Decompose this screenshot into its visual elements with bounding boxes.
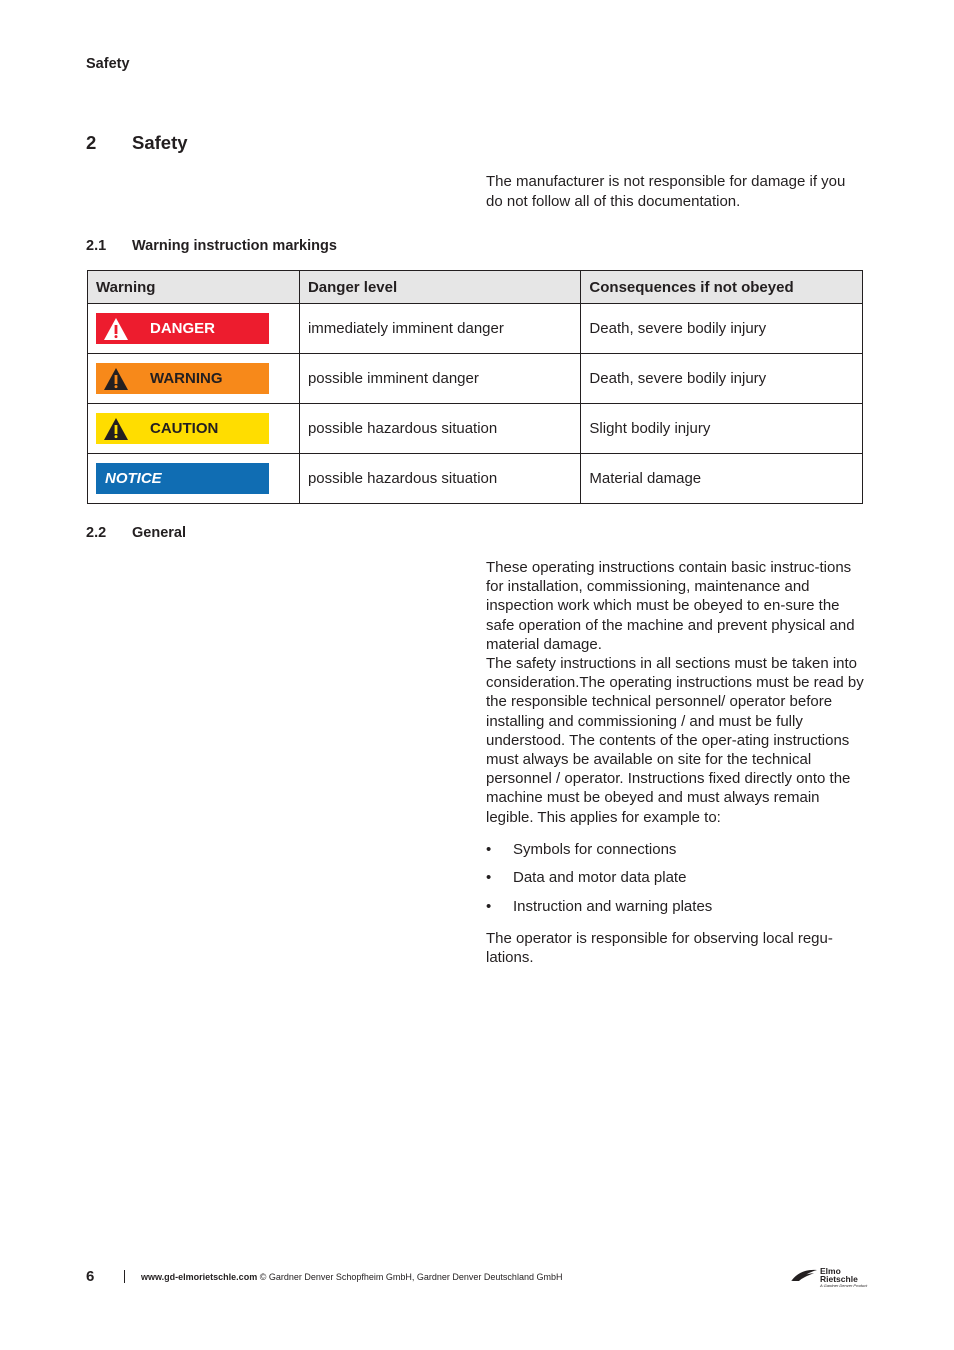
section-intro: The manufacturer is not responsible for … <box>486 173 846 210</box>
header-danger-level: Danger level <box>298 270 582 304</box>
danger-level-cell: possible imminent danger <box>298 353 582 404</box>
danger-level-cell: immediately imminent danger <box>298 303 582 354</box>
table-row: WARNING possible imminent danger Death, … <box>87 353 863 404</box>
consequence-cell: Material damage <box>580 453 863 504</box>
sign-label: DANGER <box>150 320 216 337</box>
bullet-icon: • <box>486 897 492 915</box>
consequence-cell: Death, severe bodily injury <box>580 353 863 404</box>
table-row: CAUTION possible hazardous situation Sli… <box>87 403 863 454</box>
header-consequences: Consequences if not obeyed <box>580 270 863 304</box>
logo-line-2: Rietschle <box>820 1274 858 1284</box>
danger-level-cell: possible hazardous situation <box>298 403 582 454</box>
warning-markings-table: Warning Danger level Consequences if not… <box>87 270 863 504</box>
list-item: • Data and motor data plate <box>486 863 866 892</box>
logo-tagline: A Gardner Denver Product <box>820 1283 868 1288</box>
list-item: • Instruction and warning plates <box>486 892 866 921</box>
footer-copyright-text: © Gardner Denver Schopfheim GmbH, Gardne… <box>257 1271 563 1282</box>
subsection-title: Warning instruction markings <box>132 238 337 254</box>
footer-divider <box>124 1270 125 1283</box>
consequence-cell: Death, severe bodily injury <box>580 303 863 354</box>
warning-triangle-icon <box>96 413 136 444</box>
subsection-number: 2.1 <box>86 238 107 254</box>
table-row: NOTICE possible hazardous situation Mate… <box>87 453 863 504</box>
section-title: Safety <box>132 132 188 153</box>
danger-level-cell: possible hazardous situation <box>298 453 582 504</box>
logo-wordmark: Elmo Rietschle A Gardner Denver Product <box>820 1267 867 1288</box>
subsection-number: 2.2 <box>86 525 107 541</box>
sign-label: NOTICE <box>105 470 162 487</box>
list-item-text: Instruction and warning plates <box>513 897 713 915</box>
danger-sign: DANGER <box>96 313 269 344</box>
list-item: • Symbols for connections <box>486 835 866 864</box>
paragraph: The operator is responsible for observin… <box>486 929 833 966</box>
sign-label: CAUTION <box>150 420 219 437</box>
notice-sign: NOTICE <box>96 463 269 494</box>
paragraph: The safety instructions in all sections … <box>486 655 864 826</box>
warning-triangle-icon <box>96 313 136 344</box>
caution-sign: CAUTION <box>96 413 269 444</box>
page-number: 6 <box>86 1268 95 1285</box>
section-heading: 2 Safety <box>86 132 188 154</box>
company-logo: Elmo Rietschle A Gardner Denver Product <box>790 1267 867 1288</box>
subsection-heading-general: 2.2 General <box>86 525 186 541</box>
page-footer: 6 www.gd-elmorietschle.com © Gardner Den… <box>86 1268 562 1285</box>
warning-sign: WARNING <box>96 363 269 394</box>
table-row: DANGER immediately imminent danger Death… <box>87 303 863 354</box>
warning-cell: NOTICE <box>87 453 300 504</box>
consequence-cell: Slight bodily injury <box>580 403 863 454</box>
list-item-text: Symbols for connections <box>513 840 677 858</box>
footer-copyright: www.gd-elmorietschle.com © Gardner Denve… <box>141 1272 562 1282</box>
list-item-text: Data and motor data plate <box>513 869 687 887</box>
footer-url[interactable]: www.gd-elmorietschle.com <box>141 1272 257 1282</box>
bullet-list: • Symbols for connections • Data and mot… <box>486 835 866 921</box>
sign-label: WARNING <box>150 370 223 387</box>
header-warning: Warning <box>87 270 300 304</box>
paragraph: These operating instructions contain bas… <box>486 559 855 653</box>
warning-cell: WARNING <box>87 353 300 404</box>
section-number: 2 <box>86 132 97 153</box>
logo-swoosh-icon <box>790 1268 818 1287</box>
subsection-heading-warning-markings: 2.1 Warning instruction markings <box>86 238 337 254</box>
warning-triangle-icon <box>96 363 136 394</box>
general-body: These operating instructions contain bas… <box>486 558 866 967</box>
running-head: Safety <box>86 56 130 72</box>
warning-cell: CAUTION <box>87 403 300 454</box>
bullet-icon: • <box>486 840 492 858</box>
subsection-title: General <box>132 525 186 541</box>
warning-cell: DANGER <box>87 303 300 354</box>
bullet-icon: • <box>486 869 492 887</box>
table-header-row: Warning Danger level Consequences if not… <box>87 270 863 304</box>
